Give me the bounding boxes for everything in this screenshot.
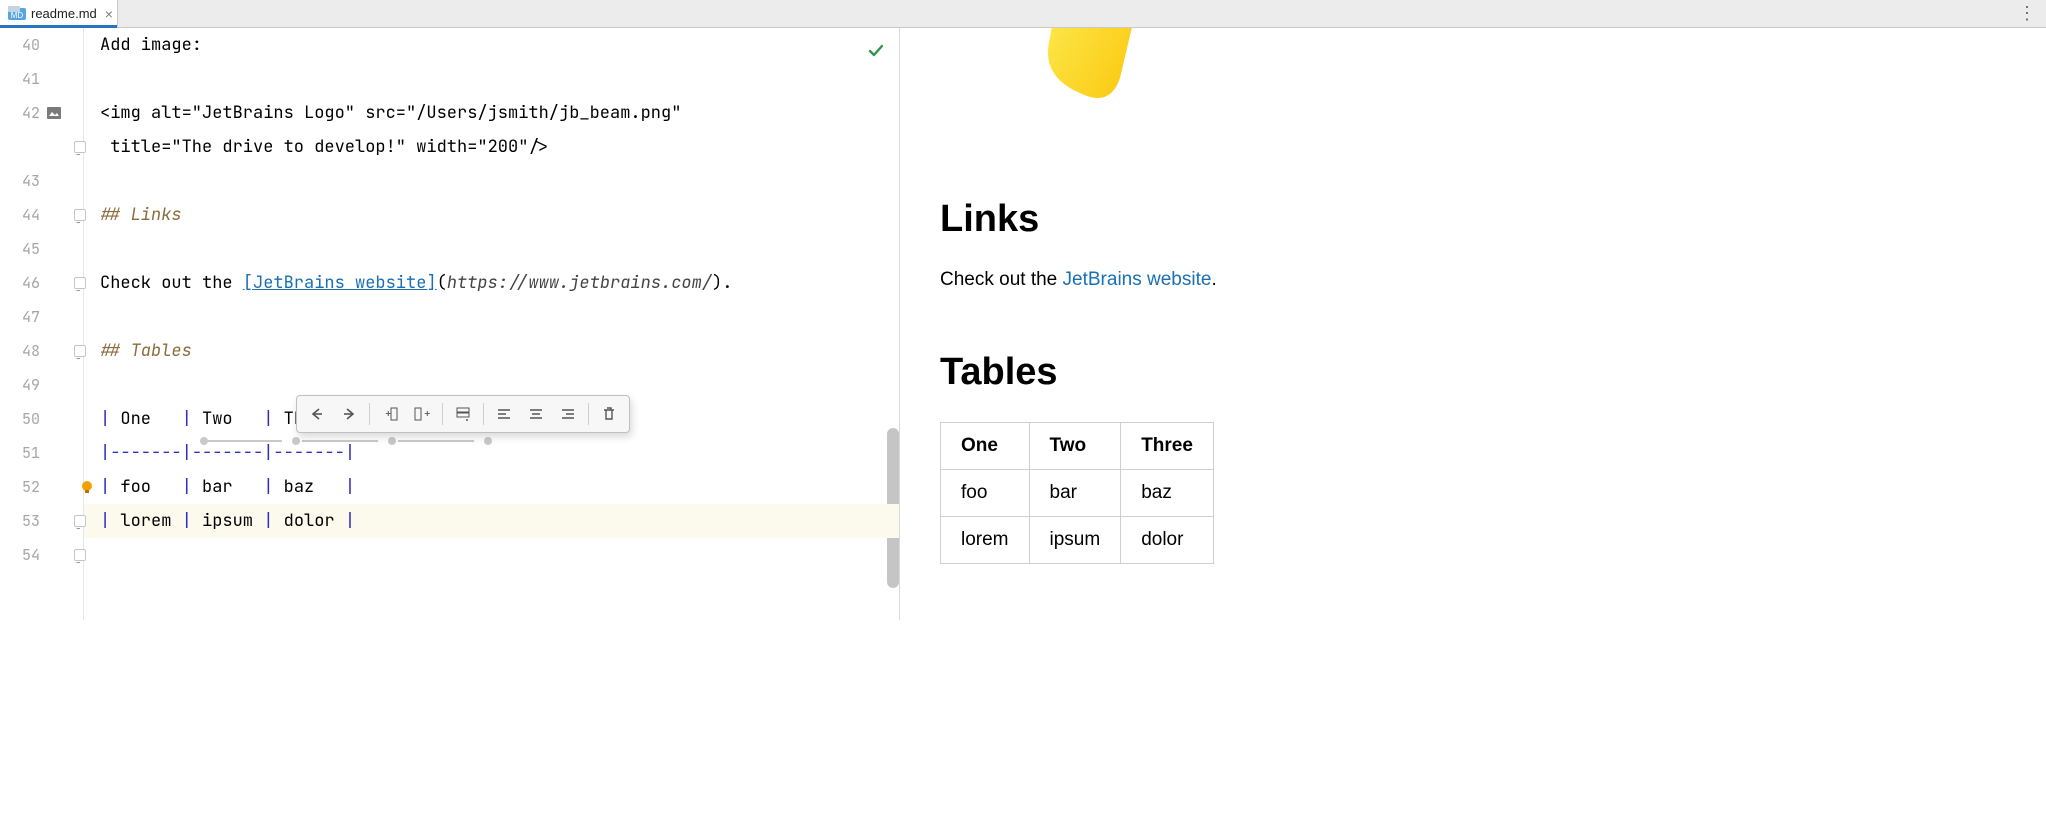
table-row: foo bar baz [941, 470, 1214, 517]
code-area[interactable]: Add image: <img alt="JetBrains Logo" src… [84, 28, 899, 620]
preview-pane: Links Check out the JetBrains website. T… [900, 28, 2046, 620]
editor-tab-readme[interactable]: MD readme.md × [0, 0, 118, 27]
insert-col-after-button[interactable]: + [406, 400, 438, 428]
svg-text:MD: MD [11, 11, 24, 20]
code-line: Add image: [84, 28, 899, 62]
preview-table: One Two Three foo bar baz lorem ipsum do… [940, 422, 1214, 564]
image-gutter-icon[interactable] [46, 106, 62, 120]
close-tab-icon[interactable]: × [105, 6, 113, 22]
fold-toggle[interactable] [74, 209, 86, 221]
code-line [84, 62, 899, 96]
align-left-button[interactable] [488, 400, 520, 428]
table-header: Three [1121, 423, 1214, 470]
jetbrains-beam-image [1000, 28, 1140, 118]
table-floating-toolbar: + + [296, 395, 630, 433]
code-line: | foo | bar | baz | [84, 470, 899, 504]
code-line: ## Links [84, 198, 899, 232]
code-line [84, 232, 899, 266]
preview-paragraph: Check out the JetBrains website. [940, 269, 2006, 291]
preview-heading-tables: Tables [940, 351, 2006, 394]
code-line: title="The drive to develop!" width="200… [84, 130, 899, 164]
gutter: 404142434445464748495051525354 [0, 28, 84, 620]
code-line [84, 300, 899, 334]
fold-toggle[interactable] [74, 515, 86, 527]
fold-toggle[interactable] [74, 345, 86, 357]
nav-prev-button[interactable] [301, 400, 333, 428]
fold-toggle[interactable] [74, 141, 86, 153]
code-line [84, 164, 899, 198]
code-line: ## Tables [84, 334, 899, 368]
align-center-button[interactable] [520, 400, 552, 428]
intention-bulb-icon[interactable] [80, 480, 94, 494]
editor-pane: 404142434445464748495051525354 Add image… [0, 28, 900, 620]
svg-text:+: + [424, 407, 431, 421]
markdown-file-icon: MD [8, 6, 26, 22]
tab-label: readme.md [31, 6, 97, 21]
code-line: Check out the [JetBrains website](https:… [84, 266, 899, 300]
table-column-handles[interactable] [192, 438, 502, 444]
code-line: <img alt="JetBrains Logo" src="/Users/js… [84, 96, 899, 130]
fold-toggle[interactable] [74, 277, 86, 289]
nav-next-button[interactable] [333, 400, 365, 428]
table-row: lorem ipsum dolor [941, 517, 1214, 564]
code-line: | lorem | ipsum | dolor | [84, 504, 899, 538]
table-header: Two [1029, 423, 1121, 470]
table-header: One [941, 423, 1030, 470]
tab-options-icon[interactable]: ⋮ [2008, 3, 2046, 24]
code-line [84, 538, 899, 572]
fold-toggle[interactable] [74, 549, 86, 561]
delete-button[interactable] [593, 400, 625, 428]
insert-row-button[interactable] [447, 400, 479, 428]
align-right-button[interactable] [552, 400, 584, 428]
preview-link-jetbrains[interactable]: JetBrains website [1063, 269, 1212, 290]
tab-bar: MD readme.md × ⋮ [0, 0, 2046, 28]
insert-col-before-button[interactable]: + [374, 400, 406, 428]
preview-heading-links: Links [940, 198, 2006, 241]
